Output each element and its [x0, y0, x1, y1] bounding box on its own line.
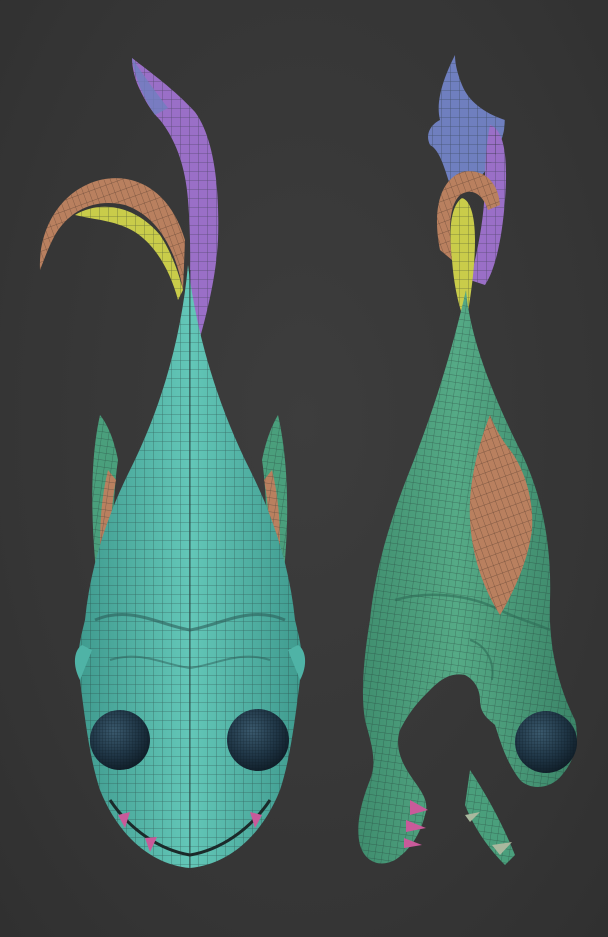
- body-front: [74, 265, 306, 868]
- 3d-viewport[interactable]: [0, 0, 608, 937]
- creature-front-icon[interactable]: [39, 58, 306, 868]
- scene-svg: [39, 55, 577, 868]
- horn-orange-front: [39, 178, 186, 300]
- eye-right-front: [227, 709, 289, 771]
- body-side: [358, 290, 577, 865]
- eye-side: [515, 711, 577, 773]
- eye-left-front: [90, 710, 150, 770]
- creature-side-icon[interactable]: [358, 55, 577, 865]
